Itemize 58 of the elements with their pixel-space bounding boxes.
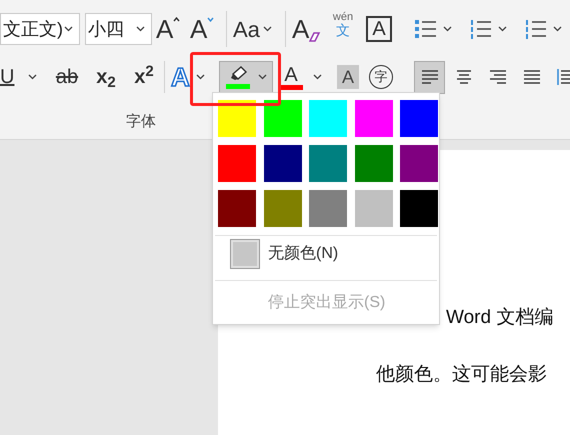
chevron-icon — [258, 74, 266, 80]
color-swatch[interactable] — [400, 100, 438, 137]
chevron-icon — [136, 26, 145, 32]
font-color-button[interactable]: A — [279, 62, 327, 92]
numbered-list-icon — [469, 18, 492, 40]
combo-box[interactable]: 小四 — [85, 13, 152, 45]
color-swatch[interactable] — [354, 145, 393, 182]
chevron-icon — [498, 26, 507, 32]
align-icon — [556, 69, 570, 85]
no-color-swatch-icon — [230, 239, 260, 269]
document-text: 他颜色。这可能会影 — [376, 362, 548, 386]
chevron-icon — [64, 26, 73, 32]
document-text: Word 文档编 — [446, 306, 554, 330]
eraser-icon — [309, 32, 321, 42]
color-swatch[interactable] — [354, 100, 393, 137]
align-icon — [488, 69, 506, 85]
color-swatch[interactable] — [218, 145, 256, 182]
character-border-button[interactable]: A — [366, 16, 392, 42]
align-icon — [454, 69, 472, 85]
color-swatch[interactable] — [354, 190, 393, 227]
change-case-button[interactable]: Aa — [233, 13, 279, 45]
color-swatch[interactable] — [400, 190, 438, 227]
align-icon — [522, 69, 540, 85]
align-left-button[interactable] — [414, 60, 445, 94]
chevron-icon — [28, 74, 38, 80]
underline-button[interactable]: U — [0, 62, 44, 92]
group-label: 字体 — [126, 112, 156, 132]
phonetic-guide-button[interactable]: wén 文 — [328, 12, 358, 46]
clear-formatting-button[interactable]: A — [292, 13, 322, 45]
chevron-icon — [313, 74, 322, 80]
chevron-icon — [262, 26, 272, 32]
chevron-icon — [443, 26, 452, 32]
color-swatch[interactable] — [400, 145, 438, 182]
chevron-icon — [553, 26, 562, 32]
combo-box[interactable]: 文正文) — [0, 13, 80, 45]
no-color-item[interactable]: 无颜色(N) — [215, 236, 437, 272]
color-swatch[interactable] — [309, 190, 348, 227]
script-button[interactable]: x$^{2}$ — [130, 62, 158, 92]
color-swatch[interactable] — [309, 100, 348, 137]
multilevel-list-icon — [524, 18, 547, 40]
color-swatch[interactable] — [264, 145, 302, 182]
color-swatch[interactable] — [218, 100, 256, 137]
character-shading-button[interactable]: A — [337, 65, 359, 89]
caret-down-icon — [207, 17, 214, 22]
grow-font-button[interactable]: A — [156, 13, 186, 45]
strikethrough-button[interactable]: ab — [52, 62, 82, 92]
shrink-font-button[interactable]: A — [190, 13, 220, 45]
align-icon — [420, 69, 438, 85]
color-swatch[interactable] — [264, 100, 302, 137]
highlight-button[interactable] — [219, 60, 273, 94]
color-swatch[interactable] — [309, 145, 348, 182]
script-button[interactable]: x$_{2}$ — [92, 62, 120, 92]
color-swatch[interactable] — [218, 190, 256, 227]
bullets-icon — [414, 18, 437, 40]
enclose-characters-button[interactable]: 字 — [369, 65, 393, 89]
color-swatch[interactable] — [264, 190, 302, 227]
chevron-icon — [196, 74, 205, 80]
caret-up-icon — [173, 17, 180, 22]
